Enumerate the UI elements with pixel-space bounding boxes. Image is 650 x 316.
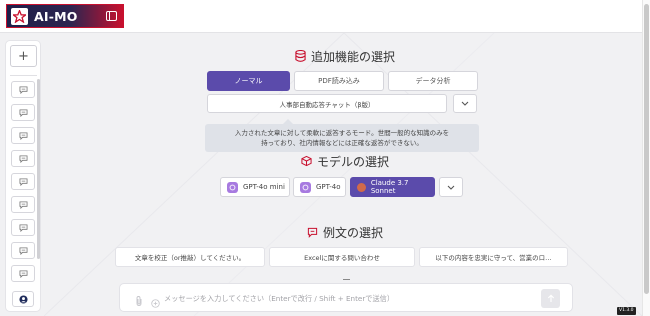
add-circle-icon[interactable] xyxy=(151,293,160,312)
chat-bubble-icon xyxy=(19,269,27,278)
chat-bubble-icon xyxy=(19,223,27,232)
model-gpt-4o-mini[interactable]: GPT-4o mini xyxy=(220,177,290,197)
bot-dropdown-button[interactable] xyxy=(453,94,477,113)
chat-history-item[interactable] xyxy=(11,242,35,259)
paperclip-icon[interactable] xyxy=(135,292,143,311)
chat-bubble-icon xyxy=(19,154,27,163)
tooltip-line-1: 入力された文章に対して柔軟に返答するモード。世間一般的な知識のみを xyxy=(234,129,450,137)
message-composer xyxy=(119,283,573,312)
tab-data-analysis[interactable]: データ分析 xyxy=(388,71,478,91)
user-icon xyxy=(18,294,28,304)
anthropic-icon xyxy=(357,182,366,192)
chat-bubble-icon xyxy=(19,108,27,117)
example-card-1[interactable]: 文章を校正（or推敲）してください。 xyxy=(115,247,265,267)
new-chat-button[interactable]: + xyxy=(10,45,37,67)
cube-icon xyxy=(301,155,312,167)
chat-bubble-icon xyxy=(19,200,27,209)
arrow-up-icon xyxy=(547,294,554,302)
app-logo[interactable]: AI-MO xyxy=(6,4,124,28)
chat-history-item[interactable] xyxy=(11,104,35,121)
models-heading: モデルの選択 xyxy=(220,153,470,169)
sidebar-toggle-icon[interactable] xyxy=(106,11,117,21)
chat-history-item[interactable] xyxy=(11,265,35,282)
examples-title: 例文の選択 xyxy=(322,225,383,240)
message-input[interactable] xyxy=(164,290,534,306)
chat-bubble-icon xyxy=(19,177,27,186)
chat-history-item[interactable] xyxy=(11,81,35,98)
logo-star-icon xyxy=(11,7,28,25)
database-icon xyxy=(295,50,306,62)
message-icon xyxy=(307,227,318,238)
chevron-down-icon xyxy=(461,101,469,106)
version-badge: V1.3.0 xyxy=(617,307,636,315)
chat-bubble-icon xyxy=(19,131,27,140)
chat-bubble-icon xyxy=(19,85,27,94)
model-label: Claude 3.7 Sonnet xyxy=(370,179,409,195)
tab-normal[interactable]: ノーマル xyxy=(207,71,290,91)
page-scrollbar-thumb[interactable] xyxy=(644,4,649,294)
examples-heading: 例文の選択 xyxy=(220,224,470,240)
tab-pdf[interactable]: PDF読み込み xyxy=(294,71,384,91)
example-card-3[interactable]: 以下の内容を忠実に守って、営業のロ… xyxy=(419,247,568,267)
tooltip-line-2: 持っており、社内情報などには正確な返答ができない。 xyxy=(261,139,423,147)
chat-bubble-icon xyxy=(19,246,27,255)
user-avatar[interactable] xyxy=(12,291,34,307)
send-button[interactable] xyxy=(541,289,560,308)
chat-history-item[interactable] xyxy=(11,196,35,213)
mode-tooltip: 入力された文章に対して柔軟に返答するモード。世間一般的な知識のみを 持っており、… xyxy=(205,119,479,152)
chat-history-item[interactable] xyxy=(11,219,35,236)
model-gpt-4o[interactable]: GPT-4o xyxy=(293,177,346,197)
app-header: AI-MO xyxy=(0,0,642,33)
bot-select[interactable]: 人事部自動応答チャット（β版） xyxy=(207,94,447,113)
features-heading: 追加機能の選択 xyxy=(220,48,470,64)
chevron-down-icon xyxy=(447,185,455,190)
chat-history-item[interactable] xyxy=(11,150,35,167)
model-dropdown-button[interactable] xyxy=(439,177,463,197)
openai-icon xyxy=(300,181,311,193)
model-claude-3-7-sonnet[interactable]: Claude 3.7 Sonnet xyxy=(350,177,435,197)
chat-history-item[interactable] xyxy=(11,173,35,190)
models-title: モデルの選択 xyxy=(316,154,389,169)
features-title: 追加機能の選択 xyxy=(310,49,395,64)
chat-history-item[interactable] xyxy=(11,127,35,144)
page-scrollbar[interactable] xyxy=(642,0,650,316)
sidebar-scrollbar[interactable] xyxy=(37,79,40,259)
sidebar: + xyxy=(5,40,41,312)
input-resize-handle[interactable] xyxy=(343,279,350,280)
sidebar-divider xyxy=(10,75,37,76)
example-card-2[interactable]: Excelに関する問い合わせ xyxy=(269,247,415,267)
model-label: GPT-4o xyxy=(316,183,341,191)
model-label: GPT-4o mini xyxy=(243,183,285,191)
openai-icon xyxy=(227,181,238,193)
app-title: AI-MO xyxy=(34,8,78,24)
